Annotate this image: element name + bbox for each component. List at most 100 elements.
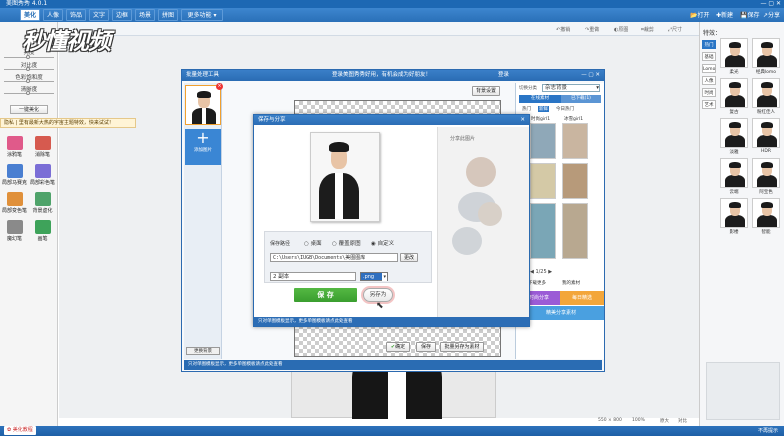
bg-settings-button[interactable]: 背景设置: [472, 86, 500, 96]
effect-thumb[interactable]: [752, 198, 780, 228]
brightness-slider[interactable]: [4, 55, 54, 59]
effect-thumb[interactable]: [752, 158, 780, 188]
redo-button[interactable]: ↷重做: [585, 26, 599, 33]
path-input[interactable]: C:\Users\IUGB\Documents\美图图库: [270, 253, 398, 262]
effect-thumb[interactable]: [752, 118, 780, 148]
save-button[interactable]: 保 存: [294, 288, 357, 302]
share-icon-blurred[interactable]: [478, 202, 502, 226]
confirm-button[interactable]: ✔确定: [386, 342, 410, 352]
subtab-hot[interactable]: 热门: [522, 106, 531, 112]
eraser-pen-tool[interactable]: 消除笔: [30, 135, 55, 161]
tab-collage[interactable]: 拼图: [158, 9, 178, 21]
radio-custom[interactable]: ◉ 自定义: [371, 239, 394, 247]
notice-banner[interactable]: 隐私 | 里有最新大热的宇宙主题特效，快来试试！: [0, 118, 136, 128]
login-link[interactable]: 登录: [498, 70, 509, 81]
sharpen-slider[interactable]: [4, 91, 54, 95]
slider-knob[interactable]: [26, 79, 30, 83]
tab-art[interactable]: 艺术: [702, 100, 716, 109]
tab-portrait[interactable]: 人像: [43, 9, 63, 21]
doodle-pen-tool[interactable]: 涂鸦笔: [2, 135, 27, 161]
material-thumb[interactable]: [562, 123, 588, 159]
new-button[interactable]: ✚新建: [716, 10, 733, 19]
slider-knob[interactable]: [26, 67, 30, 71]
undo-button[interactable]: ↶撤销: [556, 26, 570, 33]
batch-save-as-button[interactable]: 批量另存为素材: [440, 342, 484, 352]
resize-button[interactable]: ⤢尺寸: [668, 26, 682, 33]
share-icon-blurred[interactable]: [452, 227, 482, 255]
tab-scene[interactable]: 场景: [135, 9, 155, 21]
batch-save-button[interactable]: 保存: [416, 342, 436, 352]
effect-label: 云端: [729, 190, 739, 195]
effect-thumb[interactable]: [720, 118, 748, 148]
tab-more[interactable]: 更多功能 ▾: [181, 9, 223, 21]
tab-basic[interactable]: 基础: [702, 52, 716, 61]
batch-title: 批量处理工具: [186, 72, 220, 78]
effect-thumb[interactable]: [720, 38, 748, 68]
save-as-button[interactable]: 另存为: [363, 288, 393, 302]
brush-tool[interactable]: 画笔: [30, 219, 55, 245]
dismiss-hint[interactable]: 不再提示: [758, 426, 778, 436]
effect-thumb[interactable]: [720, 198, 748, 228]
original-button[interactable]: ◐原图: [614, 26, 628, 33]
slider-knob[interactable]: [26, 91, 30, 95]
share-button[interactable]: ↗分享: [763, 10, 780, 19]
tab-decor[interactable]: 饰品: [66, 9, 86, 21]
magic-pen-tool[interactable]: 魔幻笔: [2, 219, 27, 245]
effect-thumb[interactable]: [752, 38, 780, 68]
save-top-button[interactable]: 💾保存: [740, 10, 760, 19]
category-select[interactable]: 杂志背景 ▾: [542, 84, 600, 92]
effect-thumb[interactable]: [720, 158, 748, 188]
radio-overwrite[interactable]: ○ 覆盖原图: [332, 239, 361, 247]
tab-lomo[interactable]: Lomo: [702, 64, 716, 73]
contrast-slider[interactable]: [4, 67, 54, 71]
material-thumb[interactable]: [562, 163, 588, 199]
close-icon[interactable]: ✕: [520, 115, 525, 125]
change-path-button[interactable]: 更改: [400, 253, 418, 262]
material-thumb[interactable]: [530, 163, 556, 199]
ad-area[interactable]: [706, 362, 780, 420]
format-select[interactable]: .png ▾: [360, 272, 388, 281]
tab-text[interactable]: 文字: [89, 9, 109, 21]
thumb-image[interactable]: ×: [185, 83, 223, 125]
filename-input[interactable]: 2 副本: [270, 272, 356, 281]
subtab-new[interactable]: 新鲜: [538, 106, 549, 112]
open-button[interactable]: 📂打开: [690, 10, 710, 19]
tab-online[interactable]: 在线素材: [519, 95, 561, 103]
effect-thumb[interactable]: [752, 78, 780, 108]
saturation-slider[interactable]: [4, 79, 54, 83]
material-thumb[interactable]: [530, 203, 556, 259]
batch-banner[interactable]: 登录美图秀秀好用，有机会成为好朋友！: [332, 70, 431, 81]
window-controls[interactable]: — ▢ ✕: [760, 0, 781, 8]
change-bg-button[interactable]: 更换背景: [186, 347, 220, 355]
recolor-pen-tool[interactable]: 局部变色笔: [2, 191, 27, 217]
promo-banner-2[interactable]: 每日精选: [560, 291, 604, 305]
mosaic-tool[interactable]: 局部马赛克: [2, 163, 27, 189]
remove-icon[interactable]: ×: [216, 83, 223, 90]
tutorial-button[interactable]: ✿ 美化教程: [4, 426, 36, 435]
download-more-link[interactable]: 下载更多: [528, 280, 546, 286]
promo-banner-3[interactable]: 精美分享素材: [518, 306, 604, 320]
tab-downloaded[interactable]: 已下载(1): [561, 95, 601, 103]
crop-button[interactable]: ⌗裁剪: [641, 26, 654, 33]
auto-beautify-button[interactable]: 一键美化: [10, 105, 48, 114]
tab-portrait[interactable]: 人像: [702, 76, 716, 85]
compare-button[interactable]: 对比: [678, 418, 687, 424]
color-pen-tool[interactable]: 局部彩色笔: [30, 163, 55, 189]
material-thumb[interactable]: [530, 123, 556, 159]
tab-hot[interactable]: 热门: [702, 40, 716, 49]
add-image-button[interactable]: + 添加图片: [185, 129, 221, 165]
tab-beautify[interactable]: 美化: [20, 9, 40, 21]
effect-thumb[interactable]: [720, 78, 748, 108]
tab-frame[interactable]: 边框: [112, 9, 132, 21]
material-thumb[interactable]: [562, 203, 588, 259]
subtab-today[interactable]: 今日热门: [556, 106, 574, 112]
page-indicator[interactable]: ◀ 1/25 ▶: [530, 269, 552, 275]
fit-button[interactable]: 原大: [660, 418, 669, 424]
blur-bg-tool[interactable]: 背景虚化: [30, 191, 55, 217]
batch-window-controls[interactable]: — ▢ ✕: [581, 70, 600, 81]
my-material-link[interactable]: 我的素材: [562, 280, 580, 286]
tab-fashion[interactable]: 时尚: [702, 88, 716, 97]
radio-desktop[interactable]: ○ 桌面: [304, 239, 322, 247]
share-icon-blurred[interactable]: [466, 157, 496, 187]
zoom-level[interactable]: 100%: [632, 418, 645, 423]
